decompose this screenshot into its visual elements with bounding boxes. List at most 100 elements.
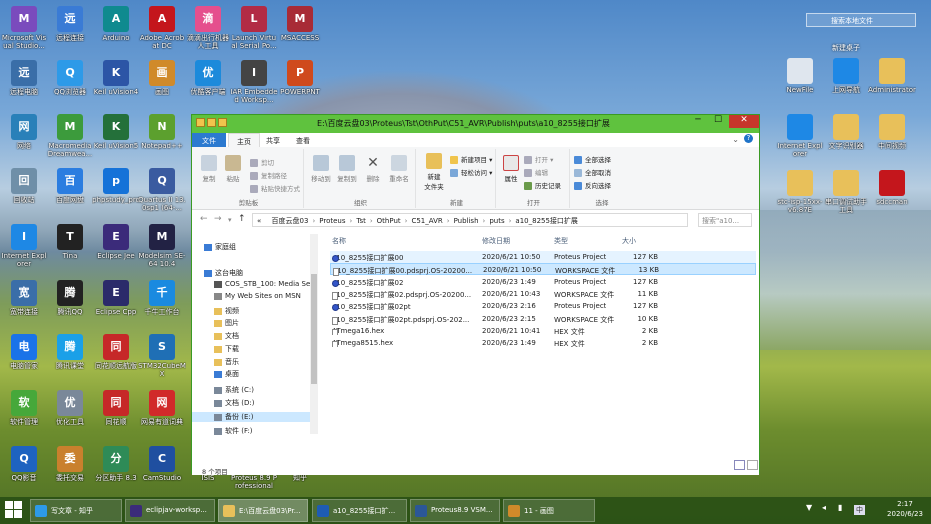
file-row[interactable]: a10_8255接口扩展02pt 2020/6/23 2:16 Proteus Pr… (330, 300, 756, 312)
tab-file[interactable]: 文件 (192, 133, 226, 147)
start-button[interactable] (4, 500, 24, 520)
taskbar-button[interactable]: a10_8255接口扩... (312, 499, 407, 522)
column-date[interactable]: 修改日期 (482, 236, 510, 246)
new-folder-icon[interactable] (218, 118, 227, 127)
desktop-icon[interactable]: P POWERPNT (276, 60, 324, 96)
up-button[interactable]: ↑ (238, 214, 246, 224)
help-icon[interactable]: ? (744, 134, 753, 143)
nav-scrollbar[interactable] (310, 234, 318, 434)
tab-share[interactable]: 共享 (258, 133, 288, 147)
column-name[interactable]: 名称 (332, 236, 346, 246)
breadcrumb-item[interactable]: puts (489, 217, 504, 225)
maximize-button[interactable]: ☐ (708, 115, 728, 128)
desktop-icon[interactable]: 分分区助手 8.3 (92, 446, 140, 482)
search-input[interactable]: 搜索"a10... (698, 213, 752, 227)
desktop-icon[interactable]: 远远程电脑 (0, 60, 48, 96)
breadcrumb-item[interactable]: OthPut (377, 217, 401, 225)
desktop-icon[interactable]: K Keil uVision5 (92, 114, 140, 150)
desktop-icon[interactable]: Q QQ影音 (0, 446, 48, 482)
select-all-button[interactable]: 全部选择 (574, 154, 611, 164)
large-icons-view-button[interactable] (747, 460, 758, 470)
breadcrumb-item[interactable]: C51_AVR (411, 217, 442, 225)
desktop-icon[interactable]: S STM32CubeMX (138, 334, 186, 378)
desktop-icon[interactable]: Q Quartus II 13.0sp1 (64-... (138, 168, 186, 212)
desktop-icon[interactable]: C CamStudio (138, 446, 186, 482)
breadcrumb-item[interactable]: Publish (454, 217, 479, 225)
desktop-icon[interactable]: 画画图 (138, 60, 186, 96)
desktop-icon[interactable]: 上网导航 (822, 58, 870, 94)
minimize-button[interactable]: ─ (688, 115, 708, 128)
nav-item[interactable]: 图片 (214, 318, 239, 328)
file-row[interactable]: a10_8255接口扩展02pt.pdsprj.OS-202... 2020/6/… (330, 313, 756, 325)
desktop-icon[interactable]: 腾腾讯课堂 (46, 334, 94, 370)
desktop-icon[interactable]: A Adobe Acrobat DC (138, 6, 186, 50)
desktop-icon[interactable]: N Notepad++ (138, 114, 186, 150)
close-button[interactable]: ✕ (729, 115, 759, 128)
desktop-icon[interactable]: L Launch Virtual Serial Po... (230, 6, 278, 50)
breadcrumb-item[interactable]: 百度云盘03 (272, 217, 309, 225)
paste-shortcut-button[interactable]: 粘贴快捷方式 (250, 183, 300, 193)
properties-icon[interactable] (207, 118, 216, 127)
desktop-icon[interactable]: 优优酷客户端 (184, 60, 232, 96)
shield-icon[interactable]: ▼ (806, 503, 812, 512)
desktop-search-box[interactable]: 搜索本地文件 (806, 13, 916, 27)
desktop-icon[interactable]: NewFile (776, 58, 824, 94)
column-size[interactable]: 大小 (622, 236, 636, 246)
file-row[interactable]: ATmega8515.hex 2020/6/23 1:49 HEX 文件 2 KB (330, 337, 756, 349)
desktop-icon[interactable]: 软软件管理 (0, 390, 48, 426)
desktop-icon[interactable]: 串口调试助手工具 (822, 170, 870, 214)
copy-path-button[interactable]: 复制路径 (250, 170, 287, 180)
desktop-icon[interactable]: 腾腾讯QQ (46, 280, 94, 316)
desktop-icon[interactable]: 同同花顺 (92, 390, 140, 426)
desktop-icon[interactable]: 电电脑管家 (0, 334, 48, 370)
folder-icon[interactable] (196, 118, 205, 127)
nav-item[interactable]: 音乐 (214, 357, 239, 367)
desktop-icon[interactable]: 同同花顺远航版 (92, 334, 140, 370)
breadcrumb-item[interactable]: a10_8255接口扩展 (515, 217, 578, 225)
desktop-icon[interactable]: 网网络 (0, 114, 48, 150)
desktop-icon[interactable]: 文字识别器 (822, 114, 870, 150)
desktop-icon[interactable]: Q QQ浏览器 (46, 60, 94, 96)
new-item-button[interactable]: 新建项目 ▾ (450, 154, 492, 164)
nav-item[interactable]: 这台电脑 (204, 268, 243, 278)
desktop-icon[interactable]: E Eclipse Cpp (92, 280, 140, 316)
desktop-icon[interactable]: T Tina (46, 224, 94, 260)
address-bar[interactable]: « 百度云盘03 › Proteus › Tst › OthPut › C51_AVR › Publ… (252, 213, 688, 227)
desktop-icon[interactable]: I Internet Explorer (0, 224, 48, 268)
taskbar-button[interactable]: eclipjav-worksp... (125, 499, 215, 522)
invert-selection-button[interactable]: 反向选择 (574, 180, 611, 190)
desktop-icon[interactable]: M MSACCESS (276, 6, 324, 42)
desktop-icon[interactable]: M Modelsim SE-64 10.4 (138, 224, 186, 268)
chevron-down-icon[interactable]: ⌄ (732, 135, 739, 144)
new-folder-button[interactable]: 新建 文件夹 (420, 153, 448, 191)
recent-dropdown-icon[interactable]: ▾ (228, 216, 232, 224)
select-none-button[interactable]: 全部取消 (574, 167, 611, 177)
desktop-icon[interactable]: K Keil uVision4 (92, 60, 140, 96)
tab-view[interactable]: 查看 (288, 133, 318, 147)
cut-button[interactable]: 剪切 (250, 157, 274, 167)
desktop-icon[interactable]: sdccman (868, 170, 916, 206)
title-bar[interactable]: E:\百度云盘03\Proteus\Tst\OthPut\C51_AVR\Pub… (192, 115, 759, 133)
speaker-icon[interactable]: ◂ (822, 503, 826, 512)
desktop-icon[interactable]: A Arduino (92, 6, 140, 42)
desktop-icon[interactable]: 中间视频 (868, 114, 916, 150)
desktop-icon[interactable]: 委委托交易 (46, 446, 94, 482)
nav-item[interactable]: 家庭组 (204, 242, 236, 252)
nav-item[interactable]: 系统 (C:) (214, 385, 254, 395)
nav-scrollbar-thumb[interactable] (311, 274, 317, 384)
taskbar-button[interactable]: 写文章 - 知乎 (30, 499, 122, 522)
desktop-new-folder[interactable]: 新建桌子 (832, 43, 860, 53)
move-to-button[interactable]: 移动到 (308, 155, 334, 183)
taskbar-button[interactable]: Proteus8.9 VSM... (410, 499, 500, 522)
desktop-icon[interactable]: Internet Explorer (776, 114, 824, 158)
details-view-button[interactable] (734, 460, 745, 470)
network-icon[interactable]: ▮ (838, 503, 842, 512)
open-button[interactable]: 打开 ▾ (524, 154, 553, 164)
desktop-icon[interactable]: E Eclipse Jee (92, 224, 140, 260)
desktop-icon[interactable]: 百百度网盘 (46, 168, 94, 204)
nav-item[interactable]: 桌面 (214, 369, 239, 379)
desktop-icon[interactable]: stc-isp-15xx-v6.87E (776, 170, 824, 214)
desktop-icon[interactable]: I IAR Embedded Worksp... (230, 60, 278, 104)
file-row[interactable]: a10_8255接口扩展02.pdsprj.OS-20200... 2020/6/… (330, 288, 756, 300)
desktop-icon[interactable]: 网网易有道词典 (138, 390, 186, 426)
